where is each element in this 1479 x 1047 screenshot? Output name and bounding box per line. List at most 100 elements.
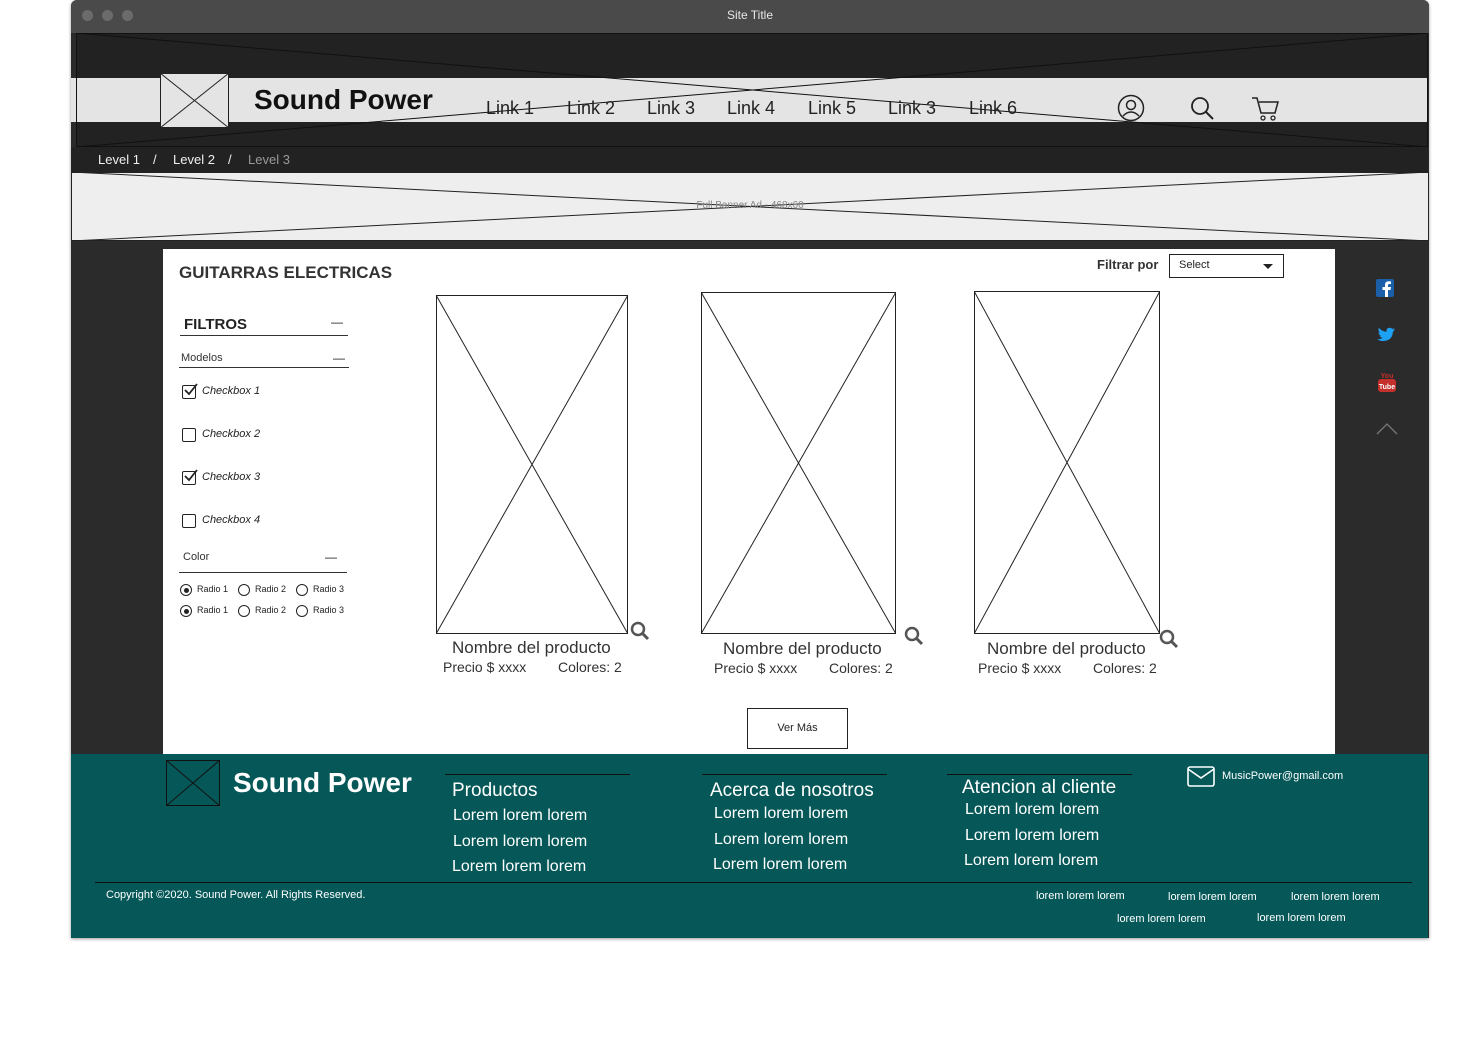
product-name[interactable]: Nombre del producto: [987, 639, 1146, 659]
checkbox-3-label: Checkbox 3: [202, 471, 261, 483]
divider: [445, 774, 630, 775]
footer-bottom-link[interactable]: lorem lorem lorem: [1036, 890, 1125, 902]
page-title: GUITARRAS ELECTRICAS: [179, 263, 393, 282]
chevron-down-icon: [1263, 264, 1273, 269]
logo-placeholder[interactable]: [160, 73, 229, 128]
radio-1[interactable]: [180, 605, 192, 617]
filters-collapse-icon[interactable]: —: [331, 315, 343, 329]
radio-3[interactable]: [296, 584, 308, 596]
footer-link[interactable]: Lorem lorem lorem: [714, 805, 848, 823]
window-title: Site Title: [726, 8, 774, 22]
divider: [947, 774, 1132, 775]
youtube-icon-you: You: [1381, 373, 1394, 380]
zoom-icon[interactable]: [630, 621, 650, 641]
scroll-top-icon[interactable]: [1376, 422, 1398, 436]
footer-link[interactable]: Lorem lorem lorem: [964, 852, 1098, 870]
product-colors: Colores: 2: [829, 660, 893, 676]
product-name[interactable]: Nombre del producto: [452, 638, 611, 658]
nav-link-6[interactable]: Link 3: [888, 98, 936, 119]
footer-link[interactable]: Lorem lorem lorem: [453, 833, 587, 851]
youtube-icon-tube: Tube: [1379, 384, 1395, 391]
radio-2[interactable]: [238, 605, 250, 617]
color-title: Color: [183, 551, 210, 563]
divider: [702, 774, 887, 775]
check-icon: [184, 469, 198, 482]
product-price: Precio $ xxxx: [714, 660, 798, 676]
product-colors: Colores: 2: [558, 659, 622, 675]
footer-link[interactable]: Lorem lorem lorem: [713, 856, 847, 874]
nav-link-4[interactable]: Link 4: [727, 98, 775, 119]
product-image-placeholder[interactable]: [436, 295, 628, 634]
banner-ad-label: Full Banner Ad - 468x60: [696, 200, 804, 211]
footer-bottom-link[interactable]: lorem lorem lorem: [1168, 891, 1257, 903]
youtube-icon[interactable]: You Tube: [1377, 371, 1397, 393]
checkbox-1-label: Checkbox 1: [202, 385, 261, 397]
footer-column-title: Productos: [452, 780, 538, 801]
radio-1[interactable]: [180, 584, 192, 596]
divider: [180, 335, 348, 336]
footer-link[interactable]: Lorem lorem lorem: [965, 827, 1099, 845]
divider: [179, 572, 347, 573]
nav-link-7[interactable]: Link 6: [969, 98, 1017, 119]
checkbox-2-label: Checkbox 2: [202, 428, 261, 440]
radio-1-label: Radio 1: [197, 605, 229, 615]
checkbox-4[interactable]: [182, 514, 196, 528]
footer-brand-name[interactable]: Sound Power: [233, 767, 412, 799]
product-colors: Colores: 2: [1093, 660, 1157, 676]
product-price: Precio $ xxxx: [978, 660, 1062, 676]
twitter-icon[interactable]: [1376, 327, 1396, 344]
footer-logo-placeholder[interactable]: [166, 760, 220, 806]
zoom-icon[interactable]: [1159, 629, 1179, 649]
models-collapse-icon[interactable]: —: [333, 351, 345, 365]
email-icon[interactable]: [1187, 766, 1215, 787]
zoom-icon[interactable]: [904, 626, 924, 646]
breadcrumb-level-3: Level 3: [248, 152, 290, 167]
product-name[interactable]: Nombre del producto: [723, 639, 882, 659]
breadcrumb-level-2[interactable]: Level 2: [173, 152, 215, 167]
nav-link-1[interactable]: Link 1: [486, 98, 534, 119]
color-collapse-icon[interactable]: —: [325, 550, 337, 564]
breadcrumb-separator: /: [153, 152, 157, 167]
footer-link[interactable]: Lorem lorem lorem: [965, 801, 1099, 819]
breadcrumb-level-1[interactable]: Level 1: [98, 152, 140, 167]
footer-link[interactable]: Lorem lorem lorem: [453, 807, 587, 825]
models-title: Modelos: [181, 352, 223, 364]
checkbox-4-label: Checkbox 4: [202, 514, 261, 526]
copyright: Copyright ©2020. Sound Power. All Rights…: [106, 889, 366, 901]
product-image-placeholder[interactable]: [701, 292, 896, 634]
product-image-placeholder[interactable]: [974, 291, 1160, 634]
radio-2-label: Radio 2: [255, 605, 287, 615]
filter-select-value: Select: [1179, 259, 1210, 271]
footer-link[interactable]: Lorem lorem lorem: [714, 831, 848, 849]
divider: [179, 367, 349, 368]
filter-by-label: Filtrar por: [1097, 257, 1159, 272]
footer-bottom-link[interactable]: lorem lorem lorem: [1257, 912, 1346, 924]
ver-mas-button[interactable]: Ver Más: [747, 708, 848, 749]
search-icon[interactable]: [1188, 95, 1216, 123]
footer-link[interactable]: Lorem lorem lorem: [452, 858, 586, 876]
nav-link-3[interactable]: Link 3: [647, 98, 695, 119]
divider: [95, 882, 1412, 883]
footer-email[interactable]: MusicPower@gmail.com: [1222, 770, 1343, 782]
radio-1-label: Radio 1: [197, 584, 229, 594]
checkbox-3[interactable]: [182, 469, 198, 485]
radio-3[interactable]: [296, 605, 308, 617]
radio-2-label: Radio 2: [255, 584, 287, 594]
breadcrumb-separator: /: [228, 152, 232, 167]
checkbox-2[interactable]: [182, 428, 196, 442]
footer-bottom-link[interactable]: lorem lorem lorem: [1291, 891, 1380, 903]
radio-2[interactable]: [238, 584, 250, 596]
product-price: Precio $ xxxx: [443, 659, 527, 675]
nav-link-5[interactable]: Link 5: [808, 98, 856, 119]
cart-icon[interactable]: [1250, 94, 1280, 122]
check-icon: [184, 383, 198, 396]
radio-3-label: Radio 3: [313, 584, 345, 594]
checkbox-1[interactable]: [182, 383, 198, 399]
filter-select[interactable]: Select: [1169, 254, 1284, 278]
facebook-icon[interactable]: [1376, 279, 1394, 297]
nav-link-2[interactable]: Link 2: [567, 98, 615, 119]
brand-name[interactable]: Sound Power: [254, 84, 433, 116]
footer-column-title: Atencion al cliente: [962, 777, 1117, 798]
user-icon[interactable]: [1117, 94, 1145, 122]
footer-bottom-link[interactable]: lorem lorem lorem: [1117, 913, 1206, 925]
